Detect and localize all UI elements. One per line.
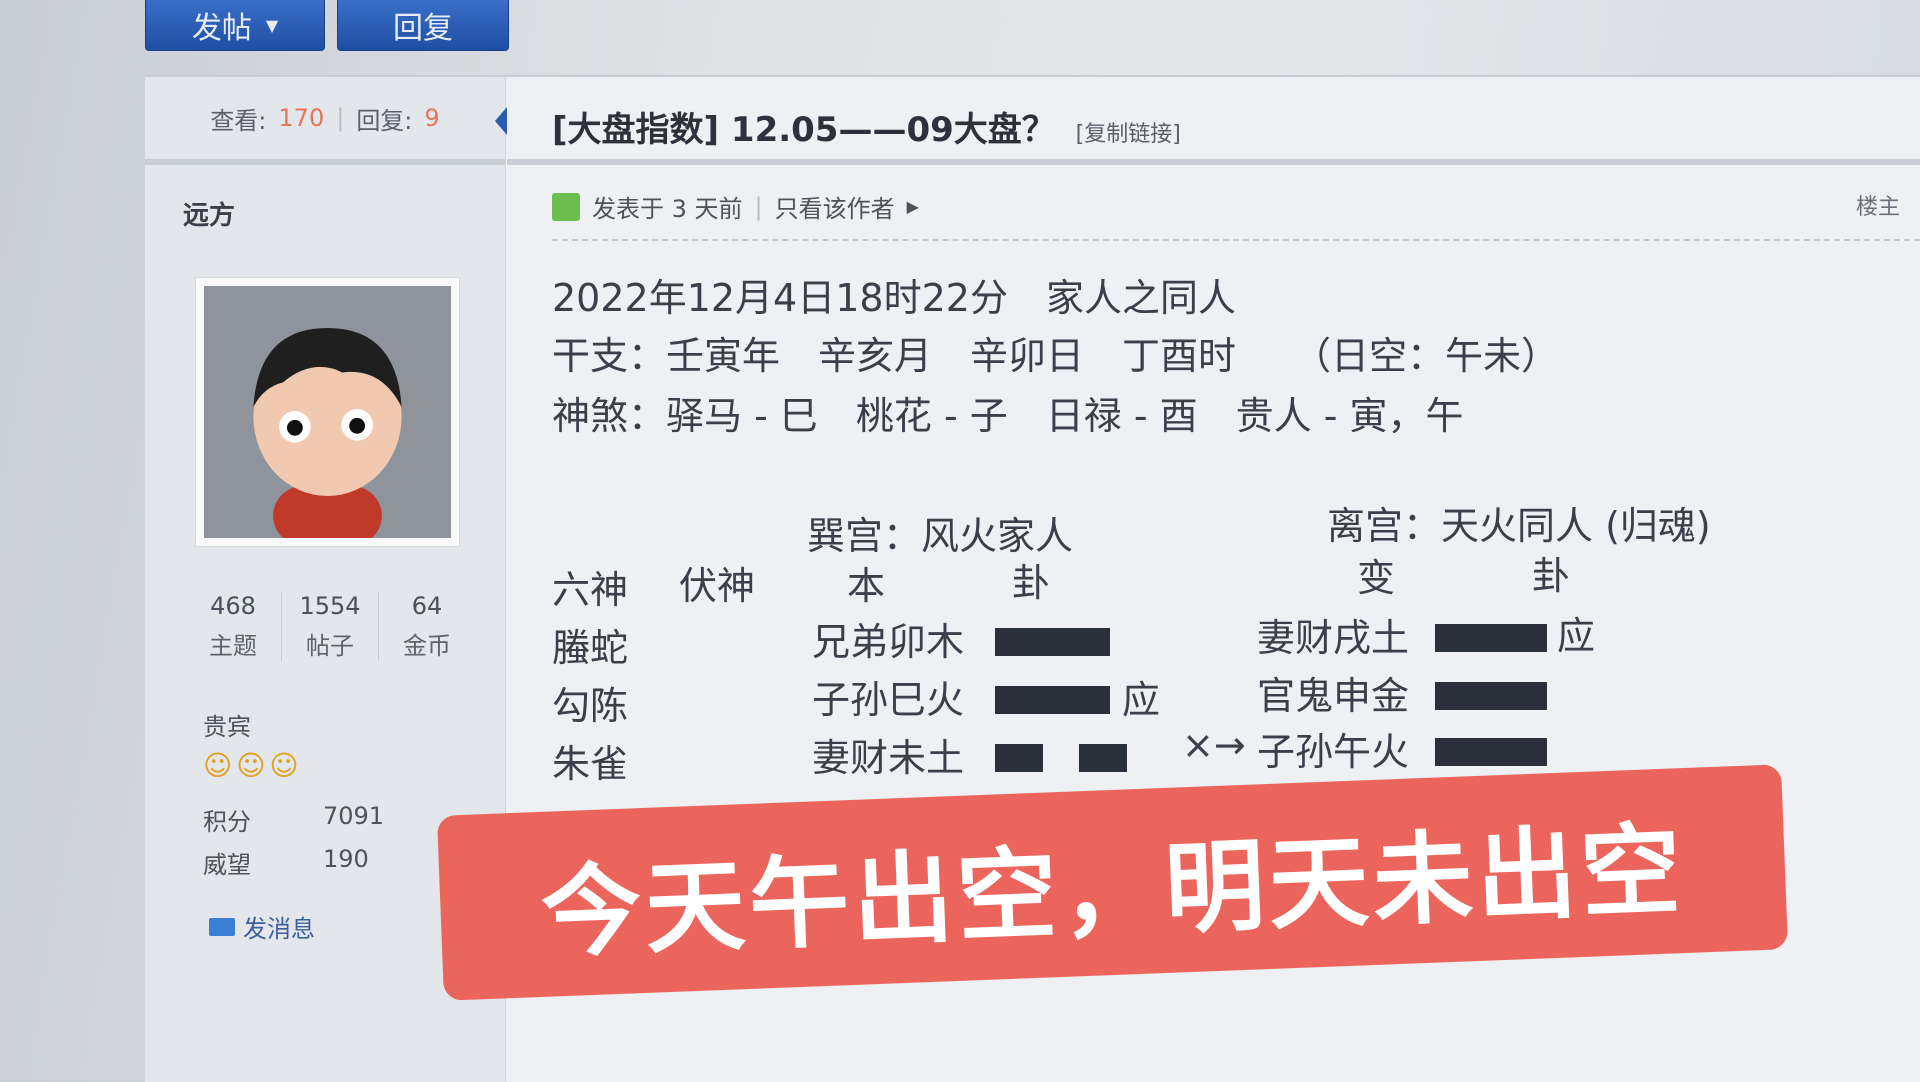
- smiley-icon: ☺: [236, 749, 266, 782]
- post-button[interactable]: 发帖 ▼: [145, 0, 325, 51]
- post-button-label: 发帖: [191, 11, 252, 46]
- prestige-row: 威望 190: [203, 845, 369, 880]
- row-2-changed-bar: [1435, 671, 1547, 715]
- row-3-line: 妻财未土: [812, 736, 965, 780]
- prestige-label: 威望: [203, 851, 251, 879]
- row-1-yang-bar: [995, 617, 1110, 661]
- thread-title-text: [大盘指数] 12.05——09大盘？: [552, 110, 1056, 150]
- post-time: 发表于 3 天前: [592, 195, 743, 223]
- row-2-ying-mark: 应: [1122, 678, 1161, 722]
- content-line-2: 干支：壬寅年 辛亥月 辛卯日 丁酉时 （日空：午未）: [552, 334, 1560, 378]
- send-message-label: 发消息: [243, 915, 315, 943]
- palace-right: 离宫：天火同人 (归魂): [1327, 504, 1711, 548]
- avatar[interactable]: [195, 277, 460, 547]
- copy-link-button[interactable]: [复制链接]: [1076, 122, 1181, 147]
- author-stats: 468 主题 1554 帖子 64 金币: [185, 592, 475, 661]
- coins-stat: 64 金币: [379, 592, 475, 661]
- row-2-god: 勾陈: [552, 684, 629, 728]
- topics-label: 主题: [209, 632, 257, 660]
- meta-divider: |: [754, 192, 763, 221]
- rank-badges: ☺ ☺ ☺: [203, 749, 299, 782]
- coins-count: 64: [411, 592, 443, 620]
- avatar-illustration: [204, 288, 451, 538]
- col-bian: 变: [1357, 556, 1396, 600]
- row-3-changed-bar: [1435, 727, 1547, 771]
- stats-divider: |: [336, 104, 345, 132]
- play-arrow-icon: ▶: [906, 197, 919, 216]
- post-meta: 发表于 3 天前 | 只看该作者 ▶: [552, 189, 919, 224]
- posts-count: 1554: [299, 592, 361, 620]
- online-user-icon: [552, 192, 580, 221]
- only-author-link[interactable]: 只看该作者: [775, 189, 895, 224]
- smiley-icon: ☺: [269, 749, 299, 782]
- coins-label: 金币: [403, 632, 451, 660]
- row-3-yin-bar: [995, 733, 1127, 777]
- topics-count: 468: [210, 592, 256, 620]
- author-name[interactable]: 远方: [183, 195, 235, 232]
- col-gua-2: 卦: [1532, 554, 1571, 598]
- row-1-changed: 妻财戌土: [1257, 616, 1410, 660]
- smiley-icon: ☺: [203, 749, 233, 782]
- row-3-change-arrow: ×→: [1182, 723, 1246, 767]
- avatar-image: [204, 286, 451, 538]
- meta-divider-dashed: [552, 239, 1920, 241]
- posts-stat[interactable]: 1554 帖子: [282, 592, 379, 661]
- row-1-line: 兄弟卯木: [812, 620, 965, 664]
- col-fushen: 伏神: [679, 564, 756, 608]
- collapse-arrow-icon[interactable]: [495, 107, 507, 135]
- replies-count: 9: [424, 104, 440, 132]
- row-1-god: 螣蛇: [552, 626, 629, 670]
- reply-button[interactable]: 回复: [337, 0, 509, 51]
- views-label: 查看:: [210, 106, 267, 135]
- envelope-icon: [209, 917, 235, 936]
- reply-button-label: 回复: [393, 11, 453, 46]
- points-label: 积分: [203, 808, 251, 836]
- row-3-changed: 子孙午火: [1257, 730, 1410, 774]
- prestige-value: 190: [323, 845, 369, 873]
- row-2-line: 子孙巳火: [812, 678, 965, 722]
- row-1-ying-mark: 应: [1557, 614, 1596, 658]
- send-message-link[interactable]: 发消息: [209, 909, 315, 944]
- row-3-god: 朱雀: [552, 742, 629, 786]
- title-divider: [507, 159, 1920, 165]
- views-count: 170: [278, 104, 325, 132]
- col-liushen: 六神: [552, 568, 629, 612]
- thread-title: [大盘指数] 12.05——09大盘？ [复制链接]: [552, 102, 1181, 151]
- content-line-1: 2022年12月4日18时22分 家人之同人: [552, 276, 1236, 320]
- thread-stats: 查看: 170 | 回复: 9: [145, 77, 505, 165]
- row-1-changed-bar: [1435, 613, 1547, 657]
- points-row: 积分 7091: [203, 802, 384, 837]
- col-gua: 卦: [1012, 561, 1051, 605]
- row-2-changed: 官鬼申金: [1257, 674, 1410, 718]
- floor-label: 楼主: [1855, 195, 1900, 220]
- user-rank: 贵宾: [203, 713, 251, 741]
- posts-label: 帖子: [306, 632, 354, 660]
- row-2-yang-bar: [995, 675, 1110, 719]
- chevron-down-icon: ▼: [265, 15, 279, 35]
- points-value: 7091: [323, 802, 385, 830]
- topics-stat[interactable]: 468 主题: [185, 592, 282, 661]
- content-line-3: 神煞：驿马 - 巳 桃花 - 子 日禄 - 酉 贵人 - 寅，午: [552, 394, 1464, 438]
- replies-label: 回复:: [356, 106, 413, 135]
- col-ben: 本: [847, 564, 886, 608]
